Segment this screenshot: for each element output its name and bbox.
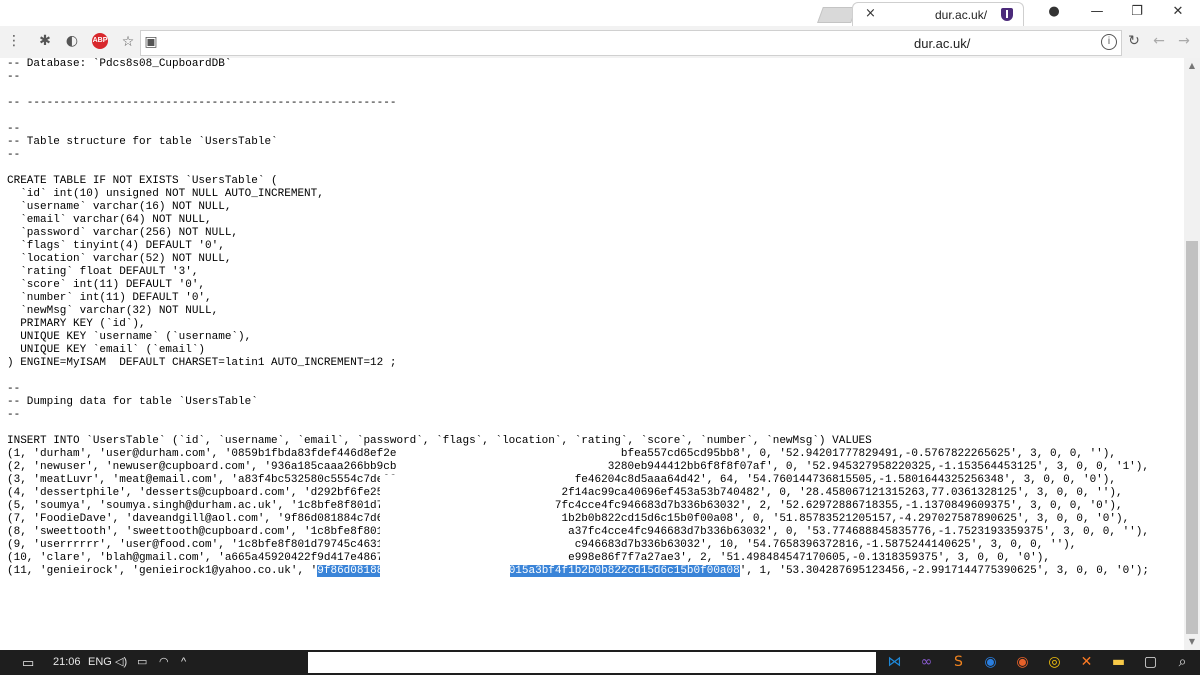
redaction-block [380,475,510,580]
line-prefix: (11, 'genieirock', 'genieirock1@yahoo.co… [7,565,318,577]
chrome-icon[interactable]: ◎ [1046,654,1063,671]
code-line: (7, 'FoodieDave', 'daveandgill@aol.com',… [7,513,1130,525]
adblock-plus-icon[interactable]: ABP [92,33,108,49]
code-line-selected: (11, 'genieirock', 'genieirock1@yahoo.co… [7,565,1149,578]
code-line: `email` varchar(64) NOT NULL, [7,214,212,226]
vertical-scrollbar[interactable]: ▲ ▼ [1184,58,1200,650]
extension-circle-icon[interactable]: ◐ [63,32,81,50]
bookmark-star-icon[interactable]: ☆ [119,33,137,51]
code-line: `password` varchar(256) NOT NULL, [7,227,239,239]
code-line: `newMsg` varchar(32) NOT NULL, [7,305,219,317]
code-line: -- Table structure for table `UsersTable… [7,136,278,148]
back-icon[interactable]: ← [1150,32,1168,50]
code-line: `score` int(11) DEFAULT '0', [7,279,206,291]
code-line: (5, 'soumya', 'soumya.singh@durham.ac.uk… [7,500,1123,512]
scroll-up-icon[interactable]: ▲ [1184,58,1200,74]
sublime-text-icon[interactable]: S [950,654,967,671]
language-indicator[interactable]: ENG [88,654,112,671]
code-line: (10, 'clare', 'blah@gmail.com', 'a665a45… [7,552,1050,564]
browser-tab[interactable]: × dur.ac.uk/ [852,2,1024,27]
code-line: (3, 'meatLuvr', 'meat@email.com', 'a83f4… [7,474,1116,486]
code-line: (8, 'sweettooth', 'sweettooth@cupboard.c… [7,526,1149,538]
code-line: `rating` float DEFAULT '3', [7,266,199,278]
extension-bug-icon[interactable]: ✱ [36,32,54,50]
info-icon[interactable]: i [1101,34,1117,50]
code-line: -- Database: `Pdcs8s08_CupboardDB` [7,58,232,70]
code-line: -- Dumping data for table `UsersTable` [7,396,258,408]
code-line: -- -------------------------------------… [7,97,397,109]
code-line: (4, 'dessertphile', 'desserts@cupboard.c… [7,487,1123,499]
tab-close-icon[interactable]: × [865,6,876,21]
code-line: UNIQUE KEY `username` (`username`), [7,331,252,343]
search-icon[interactable]: ⌕ [1174,654,1191,671]
redaction-block [308,578,508,581]
reload-icon[interactable]: ↻ [1125,32,1143,50]
page-content: -- Database: `Pdcs8s08_CupboardDB` -- -- -… [0,58,1184,650]
firefox-developer-icon[interactable]: ◉ [982,654,999,671]
sql-dump: -- Database: `Pdcs8s08_CupboardDB` -- -- -… [7,58,1149,578]
visual-studio-code-icon[interactable]: ⋈ [886,654,903,671]
firefox-icon[interactable]: ◉ [1014,654,1031,671]
scroll-down-icon[interactable]: ▼ [1184,634,1200,650]
clock-time[interactable]: 21:06 [53,654,81,671]
code-line: `id` int(10) unsigned NOT NULL AUTO_INCR… [7,188,324,200]
minimize-button[interactable]: — [1077,3,1117,21]
code-line: INSERT INTO `UsersTable` (`id`, `usernam… [7,435,872,447]
browser-toolbar: ⋮ ✱ ◐ ABP ☆ ▣ dur.ac.uk/ i ↻ ← → [0,26,1200,59]
code-line: -- [7,409,21,421]
code-line: -- [7,71,21,83]
new-tab-button[interactable] [817,7,857,23]
code-line: `location` varchar(52) NOT NULL, [7,253,232,265]
durham-favicon-icon [1001,8,1013,21]
file-explorer-icon[interactable]: ▬ [1110,654,1127,671]
code-line: ) ENGINE=MyISAM DEFAULT CHARSET=latin1 A… [7,357,397,369]
volume-icon[interactable]: ◁) [115,654,127,671]
line-suffix: ', 1, '53.304287695123456,-2.99171447753… [739,565,1150,577]
code-line: UNIQUE KEY `email` (`email`) [7,344,206,356]
code-line: (9, 'userrrrrr', 'user@food.com', '1c8bf… [7,539,1077,551]
forward-icon[interactable]: → [1175,32,1193,50]
network-icon[interactable]: ◠ [159,654,169,671]
visual-studio-icon[interactable]: ∞ [918,654,935,671]
code-line: PRIMARY KEY (`id`), [7,318,146,330]
code-line: `flags` tinyint(4) DEFAULT '0', [7,240,225,252]
address-bar[interactable]: ☆ ▣ dur.ac.uk/ i [122,30,1122,56]
title-bar: × dur.ac.uk/ ● — ❐ ✕ [0,0,1200,27]
code-line: `username` varchar(16) NOT NULL, [7,201,232,213]
scroll-thumb[interactable] [1186,241,1198,634]
show-hidden-icons-chevron-icon[interactable]: ^ [181,654,186,671]
taskbar-redacted-area [308,652,876,673]
close-window-button[interactable]: ✕ [1158,3,1198,21]
xampp-icon[interactable]: ✕ [1078,654,1095,671]
code-line: (1, 'durham', 'user@durham.com', '0859b1… [7,448,1116,460]
battery-icon[interactable]: ▭ [137,654,147,671]
profile-icon[interactable]: ● [1034,3,1074,21]
url-text[interactable]: dur.ac.uk/ [914,36,970,51]
code-line: CREATE TABLE IF NOT EXISTS `UsersTable` … [7,175,278,187]
code-line: -- [7,383,21,395]
code-line: -- [7,123,21,135]
action-center-icon[interactable]: ▭ [22,654,34,671]
menu-icon[interactable]: ⋮ [5,32,23,50]
windows-taskbar: ▭ 21:06 ENG ◁) ▭ ◠ ^ ⋈∞S◉◉◎✕▬▢⌕⊞ [0,650,1200,675]
code-line: `number` int(11) DEFAULT '0', [7,292,212,304]
code-line: (2, 'newuser', 'newuser@cupboard.com', '… [7,461,1149,473]
tab-title: dur.ac.uk/ [935,8,988,22]
extension-square-icon[interactable]: ▣ [142,33,160,51]
code-line: -- [7,149,21,161]
task-view-icon[interactable]: ▢ [1142,654,1159,671]
maximize-button[interactable]: ❐ [1117,3,1157,21]
